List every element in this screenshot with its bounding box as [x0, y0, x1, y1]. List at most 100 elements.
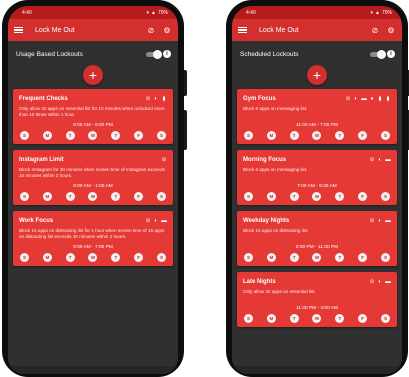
- weekday-chip[interactable]: M: [42, 192, 52, 201]
- weekday-chip[interactable]: W: [312, 253, 322, 262]
- card-title: Instagram Limit: [19, 157, 64, 163]
- weekday-chip[interactable]: F: [134, 131, 144, 140]
- weekday-chip[interactable]: F: [358, 314, 368, 323]
- weekday-chip[interactable]: S: [156, 192, 166, 201]
- wifi-icon: ▾: [370, 9, 374, 16]
- section-toggle[interactable]: i: [146, 49, 171, 59]
- weekday-selector: SMTWTFS: [19, 253, 167, 262]
- weekday-chip[interactable]: W: [312, 131, 322, 140]
- card-title: Work Focus: [19, 218, 54, 224]
- weekday-chip[interactable]: T: [289, 131, 299, 140]
- weekday-chip[interactable]: T: [65, 253, 75, 262]
- weekday-chip[interactable]: T: [335, 253, 345, 262]
- menu-icon[interactable]: [238, 26, 247, 34]
- weekday-chip[interactable]: S: [380, 192, 390, 201]
- section-title: Usage Based Lockouts: [16, 50, 83, 58]
- weekday-chip[interactable]: T: [111, 131, 121, 140]
- weekday-chip[interactable]: M: [266, 131, 276, 140]
- lockout-card[interactable]: Instagram Limit ⊘ Block Instagram for 30 m…: [13, 150, 173, 205]
- weekday-chip[interactable]: M: [42, 131, 52, 140]
- wifi-icon: ▾: [146, 9, 150, 16]
- weekday-chip[interactable]: T: [289, 253, 299, 262]
- section-toggle[interactable]: i: [370, 49, 395, 59]
- weekday-chip[interactable]: F: [134, 253, 144, 262]
- app-bar: Lock Me Out ⊘ ⚙: [8, 19, 178, 41]
- block-icon[interactable]: ⊘: [146, 25, 156, 35]
- block-icon[interactable]: ⊘: [370, 25, 380, 35]
- card-time-range: 7:00 AM - 9:30 AM: [297, 184, 337, 189]
- card-status-icon: ▬: [385, 279, 391, 285]
- weekday-selector: SMTWTFS: [19, 192, 167, 201]
- card-description: Only allow 42 apps on essential list for…: [19, 106, 165, 118]
- weekday-chip[interactable]: S: [244, 253, 253, 262]
- weekday-chip[interactable]: F: [358, 253, 368, 262]
- weekday-chip[interactable]: T: [289, 192, 299, 201]
- info-icon[interactable]: i: [387, 50, 395, 58]
- weekday-chip[interactable]: F: [134, 192, 144, 201]
- card-status-icons: ⊘ ◐ ▬: [369, 279, 391, 285]
- weekday-chip[interactable]: T: [111, 192, 121, 201]
- card-status-icon: ◐: [378, 218, 382, 224]
- lockout-card[interactable]: Late Nights ⊘ ◐ ▬ Only allow 42 apps on esse…: [237, 272, 397, 327]
- weekday-chip[interactable]: M: [266, 192, 276, 201]
- weekday-chip[interactable]: W: [88, 192, 98, 201]
- weekday-chip[interactable]: S: [244, 192, 253, 201]
- weekday-chip[interactable]: S: [244, 131, 253, 140]
- status-time: 4:40: [246, 9, 256, 16]
- card-status-icons: ⊘ ◐ ▮: [145, 96, 167, 102]
- card-status-icon: ◐: [378, 157, 382, 163]
- weekday-chip[interactable]: M: [266, 314, 276, 323]
- weekday-chip[interactable]: T: [289, 314, 299, 323]
- add-lockout-button[interactable]: +: [83, 65, 103, 85]
- weekday-chip[interactable]: T: [65, 131, 75, 140]
- weekday-chip[interactable]: S: [20, 253, 29, 262]
- lockout-card[interactable]: Weekday Nights ⊘ ◐ ▬ Block 15 apps on distra…: [237, 211, 397, 266]
- weekday-chip[interactable]: W: [312, 314, 322, 323]
- app-bar: Lock Me Out ⊘ ⚙: [232, 19, 402, 41]
- weekday-chip[interactable]: T: [335, 314, 345, 323]
- weekday-chip[interactable]: S: [156, 131, 166, 140]
- weekday-chip[interactable]: F: [358, 192, 368, 201]
- lockout-card[interactable]: Work Focus ⊘ ◐ ▬ Block 15 apps on distractin…: [13, 211, 173, 266]
- card-status-icon: ⊘: [345, 96, 351, 102]
- card-title: Weekday Nights: [243, 218, 290, 224]
- card-status-icon: ▬: [385, 218, 391, 224]
- lockout-card[interactable]: Morning Focus ⊘ ◐ ▬ Block 6 apps on messagin…: [237, 150, 397, 205]
- weekday-chip[interactable]: S: [244, 314, 253, 323]
- card-status-icon: ▮: [378, 96, 382, 102]
- card-status-icons: ⊘ ◐ ▬: [369, 218, 391, 224]
- card-status-icon: ▬: [385, 157, 391, 163]
- info-icon[interactable]: i: [163, 50, 171, 58]
- weekday-chip[interactable]: S: [380, 314, 390, 323]
- status-time: 4:40: [22, 9, 32, 16]
- weekday-chip[interactable]: T: [65, 192, 75, 201]
- lockout-card[interactable]: Gym Focus ⊘ ◐ ▬ ♦ ▮ ▮ Block 6 apps on messaging…: [237, 89, 397, 144]
- weekday-chip[interactable]: W: [312, 192, 322, 201]
- weekday-chip[interactable]: W: [88, 131, 98, 140]
- gear-icon[interactable]: ⚙: [386, 25, 396, 35]
- status-icons: ▾ ▲ 70%: [371, 10, 392, 16]
- navigation-bar: [232, 366, 402, 374]
- weekday-chip[interactable]: T: [335, 131, 345, 140]
- gear-icon[interactable]: ⚙: [162, 25, 172, 35]
- card-time-range: 9:00 AM - 9:00 PM: [73, 123, 113, 128]
- signal-icon: ▲: [375, 9, 380, 16]
- weekday-chip[interactable]: S: [156, 253, 166, 262]
- toggle-switch[interactable]: [146, 49, 162, 59]
- weekday-chip[interactable]: S: [20, 131, 29, 140]
- toggle-switch[interactable]: [370, 49, 386, 59]
- weekday-chip[interactable]: F: [358, 131, 368, 140]
- lockout-card[interactable]: Frequent Checks ⊘ ◐ ▮ Only allow 42 apps on …: [13, 89, 173, 144]
- weekday-chip[interactable]: T: [111, 253, 121, 262]
- signal-icon: ▲: [151, 9, 156, 16]
- phone-right: 4:40 ▾ ▲ 70% Lock Me Out ⊘ ⚙ Scheduled L…: [226, 0, 409, 377]
- weekday-chip[interactable]: S: [380, 131, 390, 140]
- weekday-chip[interactable]: W: [88, 253, 98, 262]
- weekday-chip[interactable]: T: [335, 192, 345, 201]
- weekday-chip[interactable]: M: [266, 253, 276, 262]
- weekday-chip[interactable]: S: [20, 192, 29, 201]
- weekday-chip[interactable]: M: [42, 253, 52, 262]
- add-lockout-button[interactable]: +: [307, 65, 327, 85]
- menu-icon[interactable]: [14, 26, 23, 34]
- weekday-chip[interactable]: S: [380, 253, 390, 262]
